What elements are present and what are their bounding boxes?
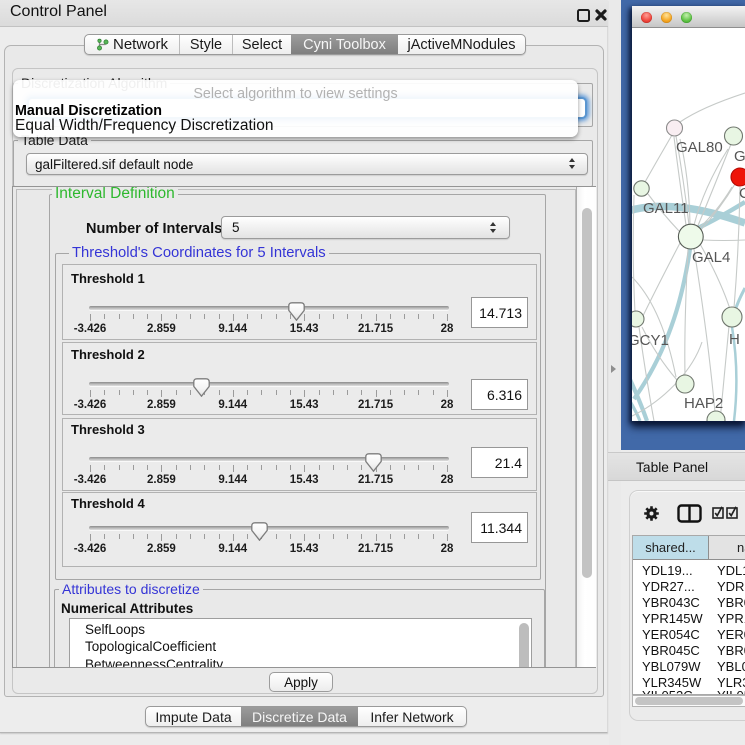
svg-text:GAL80: GAL80: [676, 139, 723, 156]
svg-text:GAL11: GAL11: [643, 200, 689, 217]
svg-text:C: C: [739, 185, 745, 202]
svg-text:GAL4: GAL4: [692, 249, 730, 266]
svg-text:GCY1: GCY1: [632, 332, 669, 349]
svg-text:HAP2: HAP2: [684, 395, 723, 412]
svg-text:H: H: [729, 331, 740, 348]
svg-text:G.: G.: [734, 148, 745, 165]
